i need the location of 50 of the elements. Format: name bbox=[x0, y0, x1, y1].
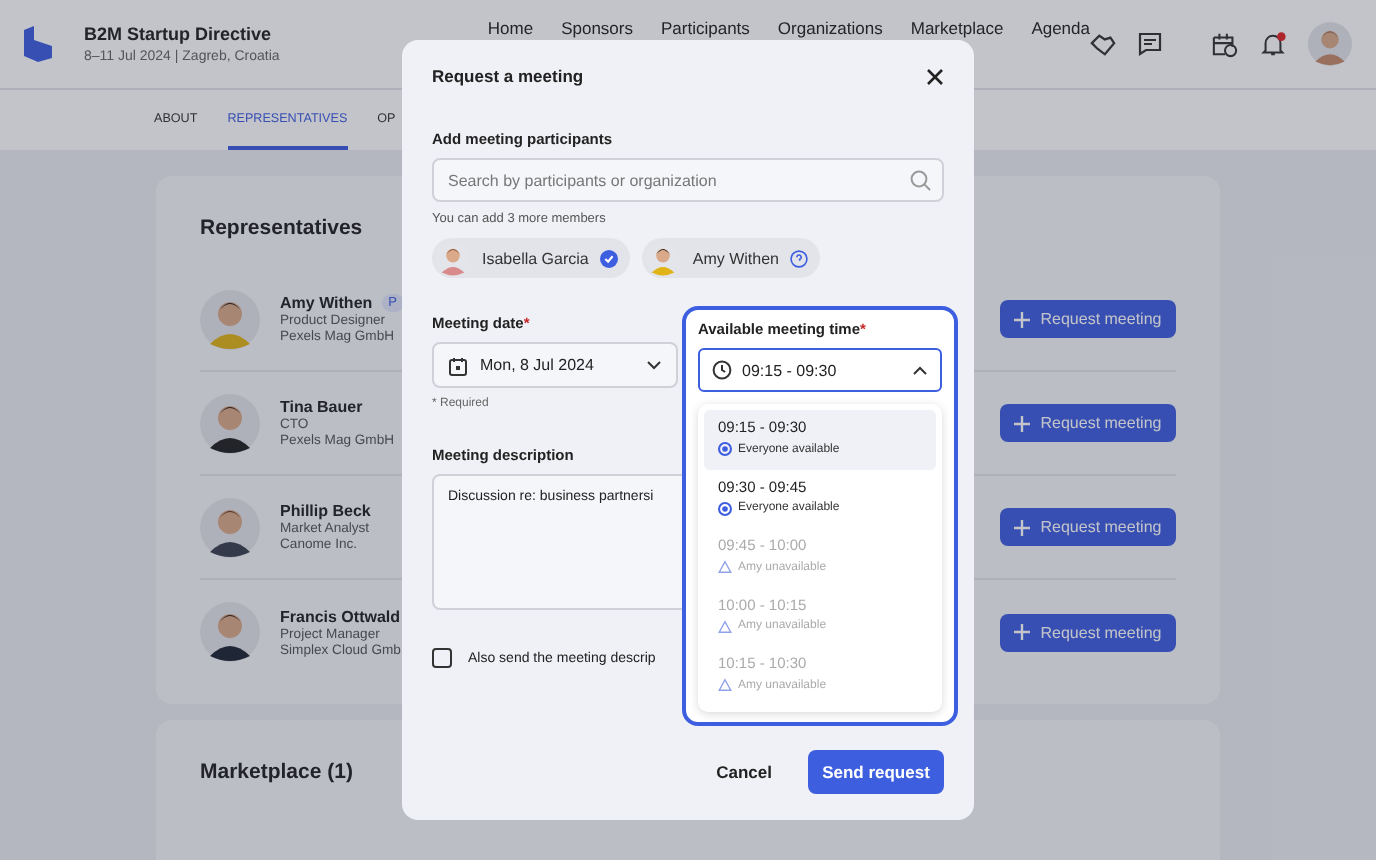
search-icon bbox=[910, 169, 932, 191]
plus-icon bbox=[1014, 415, 1031, 431]
avatar bbox=[200, 602, 260, 662]
nav-link[interactable]: Sponsors bbox=[561, 18, 633, 38]
avatar bbox=[200, 289, 260, 349]
section-title: Representatives bbox=[200, 216, 363, 240]
request-meeting-button[interactable]: Request meeting bbox=[1000, 508, 1176, 546]
warning-icon bbox=[718, 678, 732, 692]
request-meeting-button[interactable]: Request meeting bbox=[1000, 404, 1176, 442]
person-name: Phillip Beck bbox=[280, 502, 371, 520]
person-name: Francis Ottwald bbox=[280, 607, 401, 625]
cancel-button[interactable]: Cancel bbox=[708, 754, 780, 790]
chevron-down-icon bbox=[646, 360, 662, 370]
participant-chip[interactable]: Amy Withen bbox=[642, 238, 821, 278]
time-select[interactable]: 09:15 - 09:30 bbox=[698, 348, 942, 392]
warning-icon bbox=[718, 560, 732, 574]
nav-link[interactable]: Organizations bbox=[777, 18, 883, 38]
plus-icon bbox=[1014, 624, 1031, 640]
nav-link[interactable]: Agenda bbox=[1031, 18, 1090, 38]
person-name: Amy Withen bbox=[280, 294, 373, 312]
chat-icon[interactable] bbox=[1138, 32, 1162, 56]
section-title: Marketplace (1) bbox=[200, 760, 353, 784]
nav-link[interactable]: Participants bbox=[661, 18, 750, 38]
event-title: B2M Startup Directive bbox=[83, 24, 274, 44]
avatar bbox=[200, 497, 260, 557]
request-meeting-button[interactable]: Request meeting bbox=[1000, 300, 1176, 338]
plus-icon bbox=[1014, 519, 1031, 535]
clock-icon bbox=[712, 360, 732, 380]
request-meeting-button[interactable]: Request meeting bbox=[1000, 613, 1176, 651]
dialog-title: Request a meeting bbox=[432, 66, 584, 86]
bell-icon[interactable] bbox=[1260, 31, 1286, 57]
search-field[interactable]: Search by participants or organization bbox=[432, 158, 944, 202]
date-select[interactable]: Mon, 8 Jul 2024 bbox=[432, 342, 678, 388]
chevron-up-icon bbox=[912, 365, 928, 375]
nav-link[interactable]: Marketplace bbox=[910, 18, 1004, 38]
plus-icon bbox=[1014, 311, 1031, 327]
avatar bbox=[200, 393, 260, 453]
send-request-button[interactable]: Send request bbox=[808, 750, 944, 794]
participant-chip[interactable]: Isabella Garcia bbox=[432, 238, 631, 278]
calendar-clock-icon[interactable] bbox=[1212, 31, 1238, 57]
calendar-icon bbox=[448, 355, 468, 375]
nav-link[interactable]: Home bbox=[487, 18, 534, 38]
person-name: Tina Bauer bbox=[280, 398, 363, 416]
available-icon bbox=[718, 442, 732, 456]
user-avatar bbox=[1308, 22, 1352, 66]
logo-icon bbox=[24, 26, 52, 62]
available-icon bbox=[718, 501, 732, 515]
close-icon[interactable] bbox=[926, 67, 944, 85]
warning-icon bbox=[718, 619, 732, 633]
checkbox[interactable] bbox=[432, 648, 452, 668]
